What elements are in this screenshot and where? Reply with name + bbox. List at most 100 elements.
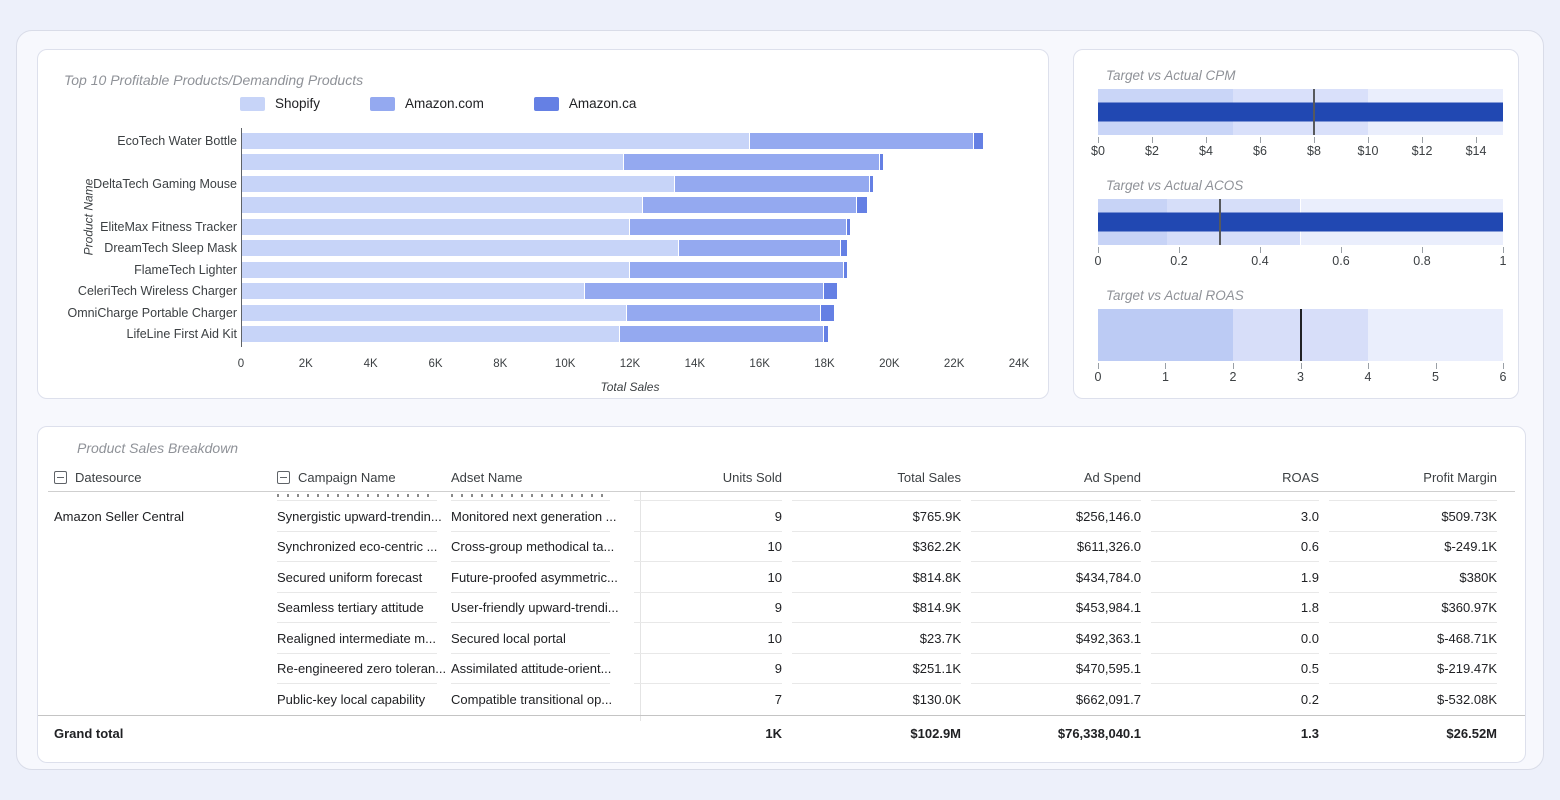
column-header-datesource[interactable]: Datesource (54, 470, 277, 485)
bar-segment-shopify[interactable] (241, 283, 585, 299)
bar-segment-amazon-ca[interactable] (821, 305, 834, 321)
legend-item-label: Shopify (275, 96, 320, 111)
bullet-tick-mark (1503, 247, 1504, 253)
bullet-tick-mark (1179, 247, 1180, 253)
x-tick-label: 6K (428, 358, 442, 370)
column-header-profit-margin[interactable]: Profit Margin (1319, 470, 1497, 485)
bar-category-label: EliteMax Fitness Tracker (41, 220, 241, 234)
stacked-bar (241, 176, 1019, 192)
units-sold-cell: 10 (624, 562, 782, 593)
bar-segment-amazon-ca[interactable] (841, 240, 847, 256)
target-vs-actual-card: Target vs Actual CPM $0$2$4$6$8$10$12$14… (1073, 49, 1519, 399)
column-header-units-sold[interactable]: Units Sold (624, 470, 782, 485)
collapse-icon[interactable] (277, 471, 290, 484)
bar-chart-legend: Shopify Amazon.com Amazon.ca (240, 96, 636, 111)
table-row[interactable]: Synchronized eco-centric ...Cross-group … (38, 532, 1525, 563)
bar-segment-shopify[interactable] (241, 262, 630, 278)
column-header-campaign-name[interactable]: Campaign Name (277, 470, 451, 485)
bar-segment-shopify[interactable] (241, 133, 750, 149)
bullet-tick-label: 0.8 (1413, 254, 1430, 268)
bar-segment-amazon-com[interactable] (630, 262, 844, 278)
collapse-icon[interactable] (54, 471, 67, 484)
grand-total-label: Grand total (54, 716, 277, 752)
bar-segment-amazon-ca[interactable] (847, 219, 850, 235)
x-tick-label: 18K (814, 358, 834, 370)
bar-segment-amazon-com[interactable] (627, 305, 822, 321)
ad-spend-cell: $470,595.1 (961, 654, 1141, 685)
table-row[interactable]: Secured uniform forecastFuture-proofed a… (38, 562, 1525, 593)
profit-margin-total: $26.52M (1319, 716, 1497, 752)
bar-segment-shopify[interactable] (241, 219, 630, 235)
bar-segment-amazon-com[interactable] (585, 283, 825, 299)
bar-segment-amazon-com[interactable] (630, 219, 847, 235)
bullet-tick-mark (1260, 247, 1261, 253)
bullet-tick-label: 0.2 (1170, 254, 1187, 268)
legend-item-amazon-ca[interactable]: Amazon.ca (534, 96, 637, 111)
legend-item-shopify[interactable]: Shopify (240, 96, 320, 111)
bar-row: FlameTech Lighter (41, 259, 1019, 281)
bar-segment-amazon-ca[interactable] (880, 154, 883, 170)
profit-margin-cell: $509.73K (1319, 501, 1497, 532)
table-row[interactable]: Seamless tertiary attitudeUser-friendly … (38, 593, 1525, 624)
bar-segment-shopify[interactable] (241, 154, 624, 170)
table-row[interactable]: Realigned intermediate m...Secured local… (38, 623, 1525, 654)
bar-row: EcoTech Water Bottle (41, 130, 1019, 152)
bullet-tick-label: 1 (1162, 370, 1169, 384)
table-row[interactable]: Re-engineered zero toleran...Assimilated… (38, 654, 1525, 685)
bar-category-label: FlameTech Lighter (41, 263, 241, 277)
ad-spend-cell: $256,146.0 (961, 501, 1141, 532)
bar-row (41, 152, 1019, 174)
table-body: Amazon Seller CentralSynergistic upward-… (38, 492, 1525, 752)
bar-row: LifeLine First Aid Kit (41, 324, 1019, 346)
ad-spend-cell: $453,984.1 (961, 593, 1141, 624)
bar-segment-amazon-com[interactable] (643, 197, 857, 213)
bullet-tick-mark (1152, 137, 1153, 143)
bar-segment-amazon-ca[interactable] (824, 283, 837, 299)
bar-segment-amazon-ca[interactable] (870, 176, 873, 192)
stacked-bar (241, 326, 1019, 342)
roas-cell: 0.5 (1141, 654, 1319, 685)
bullet-tick-label: 0.6 (1332, 254, 1349, 268)
bar-category-label: DreamTech Sleep Mask (41, 241, 241, 255)
x-tick-label: 2K (299, 358, 313, 370)
bar-segment-shopify[interactable] (241, 305, 627, 321)
roas-cell: 1.8 (1141, 593, 1319, 624)
bullet-tick-mark (1476, 137, 1477, 143)
bar-segment-amazon-ca[interactable] (857, 197, 867, 213)
bar-segment-amazon-ca[interactable] (824, 326, 827, 342)
table-row[interactable]: Amazon Seller CentralSynergistic upward-… (38, 501, 1525, 532)
ad-spend-total: $76,338,040.1 (961, 716, 1141, 752)
column-header-total-sales[interactable]: Total Sales (782, 470, 961, 485)
bar-category-label: DeltaTech Gaming Mouse (41, 177, 241, 191)
bar-segment-shopify[interactable] (241, 240, 679, 256)
bar-segment-amazon-com[interactable] (624, 154, 880, 170)
legend-item-amazon-com[interactable]: Amazon.com (370, 96, 484, 111)
bar-segment-shopify[interactable] (241, 176, 675, 192)
x-tick-label: 14K (685, 358, 705, 370)
adset-cell (451, 716, 624, 752)
datasource-cell (54, 562, 277, 593)
bar-segment-amazon-ca[interactable] (844, 262, 847, 278)
x-tick-label: 24K (1009, 358, 1029, 370)
units-sold-cell: 7 (624, 684, 782, 715)
product-sales-table-card: Product Sales Breakdown DatesourceCampai… (37, 426, 1526, 763)
bullet-actual-bar (1098, 213, 1503, 232)
table-row-clipped (38, 492, 1525, 501)
bar-segment-amazon-com[interactable] (679, 240, 841, 256)
bar-segment-amazon-com[interactable] (750, 133, 974, 149)
campaign-cell: Synchronized eco-centric ... (277, 532, 451, 563)
bar-segment-amazon-ca[interactable] (974, 133, 984, 149)
column-header-roas[interactable]: ROAS (1141, 470, 1319, 485)
bar-segment-amazon-com[interactable] (675, 176, 870, 192)
column-header-adset-name[interactable]: Adset Name (451, 470, 624, 485)
bar-row: DeltaTech Gaming Mouse (41, 173, 1019, 195)
x-tick-label: 4K (364, 358, 378, 370)
bar-segment-amazon-com[interactable] (620, 326, 824, 342)
datasource-cell (54, 654, 277, 685)
bar-segment-shopify[interactable] (241, 197, 643, 213)
table-row[interactable]: Public-key local capabilityCompatible tr… (38, 684, 1525, 715)
column-header-ad-spend[interactable]: Ad Spend (961, 470, 1141, 485)
bar-segment-shopify[interactable] (241, 326, 620, 342)
datasource-cell (54, 532, 277, 563)
bullet-tick-mark (1341, 247, 1342, 253)
